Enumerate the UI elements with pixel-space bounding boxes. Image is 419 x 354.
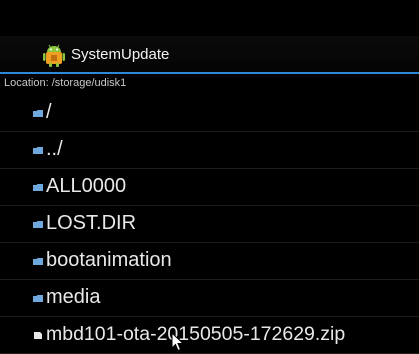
list-item[interactable]: LOST.DIR	[0, 206, 419, 243]
list-item[interactable]: ../	[0, 132, 419, 169]
location-path: Location: /storage/udisk1	[4, 77, 127, 89]
folder-icon	[33, 221, 43, 228]
file-icon	[34, 332, 42, 339]
list-item[interactable]: media	[0, 280, 419, 317]
file-name: LOST.DIR	[46, 212, 137, 234]
list-item[interactable]: ALL0000	[0, 169, 419, 206]
app-title: SystemUpdate	[71, 46, 170, 63]
file-name: bootanimation	[46, 249, 172, 271]
file-name: mbd101-ota-20150505-172629.zip	[46, 323, 346, 345]
file-name: /	[46, 101, 52, 123]
folder-icon	[33, 258, 43, 265]
file-list: / ../ ALL0000 LOST.DIR bootanimation med…	[0, 95, 419, 354]
list-item[interactable]: bootanimation	[0, 243, 419, 280]
folder-icon	[33, 147, 43, 154]
file-name: ../	[46, 138, 63, 160]
file-name: media	[46, 286, 101, 308]
folder-icon	[33, 110, 43, 117]
action-bar: SystemUpdate	[0, 36, 419, 74]
status-bar	[0, 0, 419, 36]
folder-icon	[33, 295, 43, 302]
android-icon	[43, 44, 65, 67]
file-name: ALL0000	[46, 175, 127, 197]
list-item[interactable]: mbd101-ota-20150505-172629.zip	[0, 317, 419, 354]
list-item[interactable]: /	[0, 95, 419, 132]
mouse-cursor-icon	[171, 332, 185, 352]
folder-icon	[33, 184, 43, 191]
